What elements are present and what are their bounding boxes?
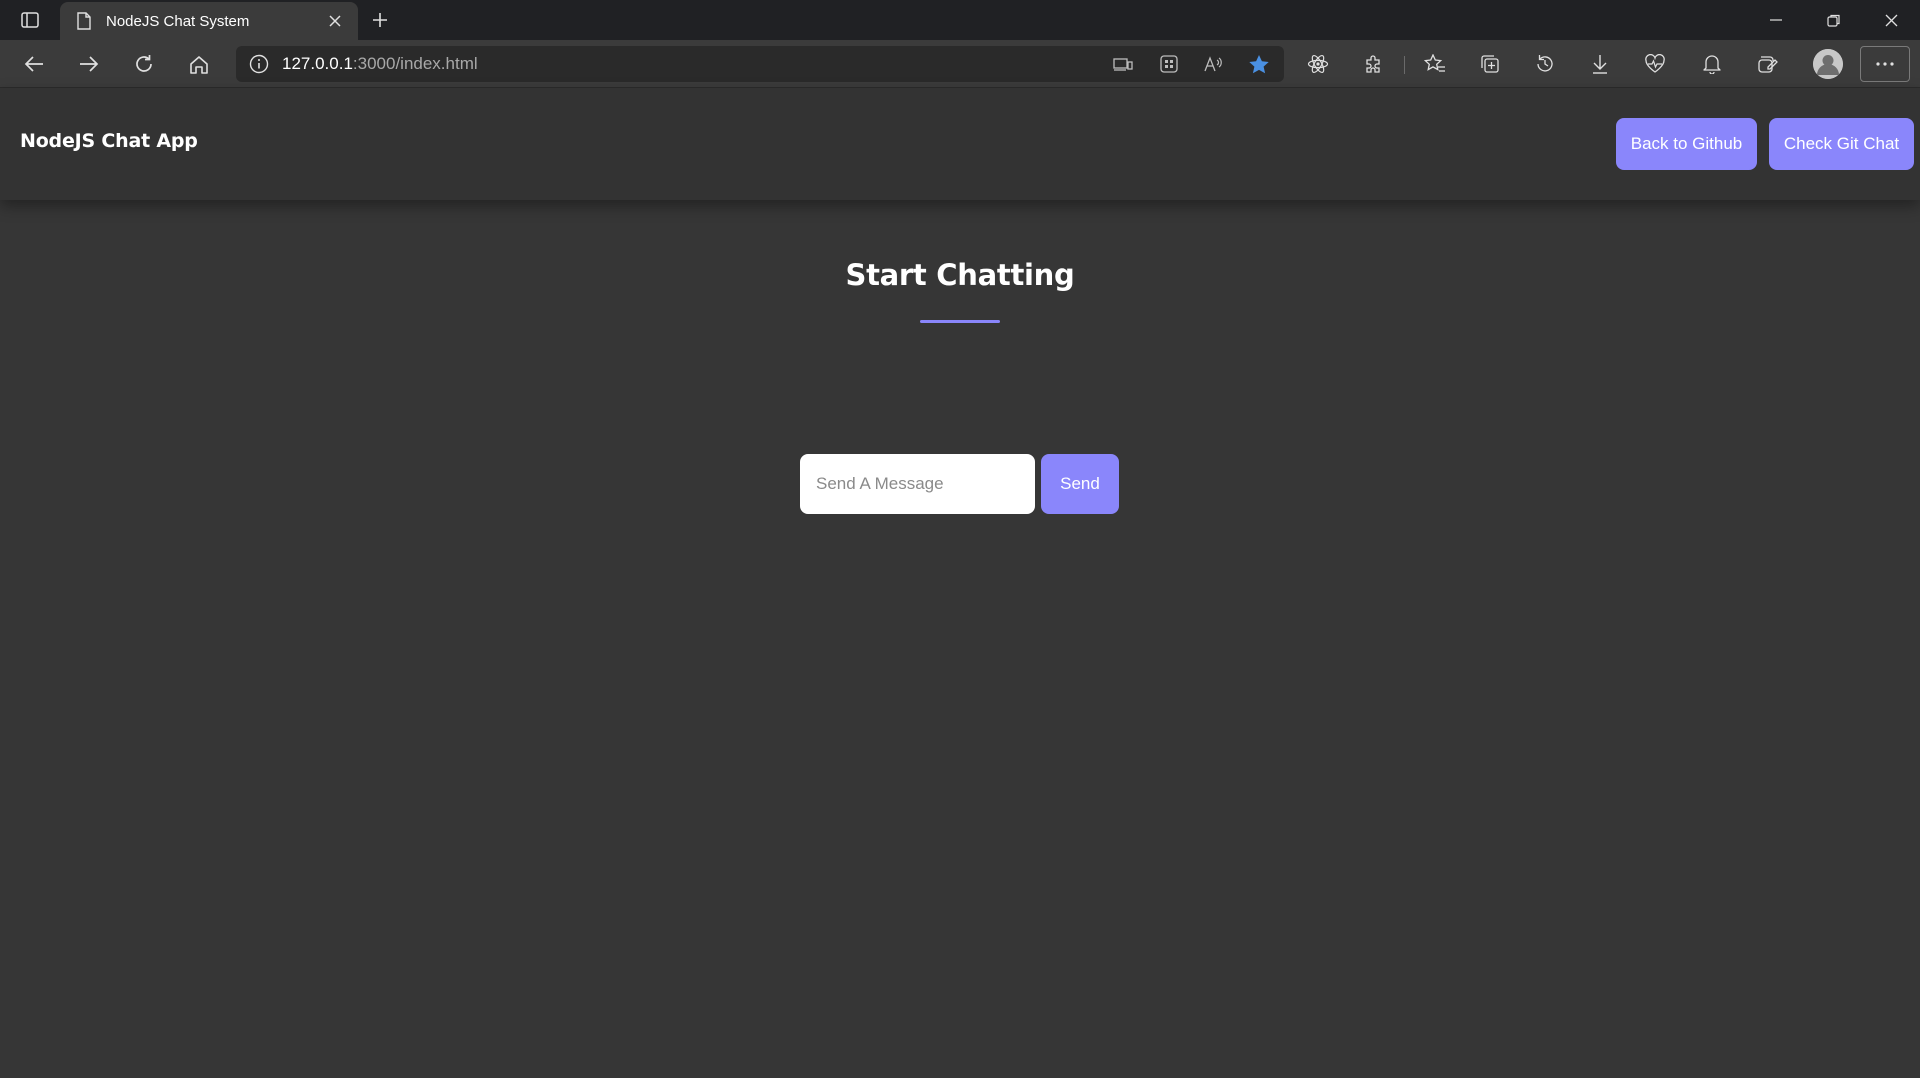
send-button[interactable]: Send <box>1041 454 1119 514</box>
url-host: 127.0.0.1 <box>282 54 353 73</box>
new-tab-icon[interactable] <box>366 6 394 34</box>
close-icon[interactable] <box>324 10 346 32</box>
health-icon[interactable] <box>1637 47 1673 81</box>
forward-arrow-icon[interactable] <box>71 47 107 81</box>
browser-tab[interactable]: NodeJS Chat System <box>60 2 358 40</box>
url-text: 127.0.0.1:3000/index.html <box>282 54 478 74</box>
restore-icon[interactable] <box>1804 0 1862 40</box>
tab-actions-icon[interactable] <box>14 6 46 34</box>
apps-icon[interactable] <box>1153 48 1185 80</box>
extensions-icon[interactable] <box>1355 47 1391 81</box>
profile-avatar-icon[interactable] <box>1813 49 1843 79</box>
browser-toolbar: 127.0.0.1:3000/index.html <box>0 40 1920 88</box>
url-path: :3000/index.html <box>352 54 478 73</box>
address-bar[interactable]: 127.0.0.1:3000/index.html <box>236 46 1284 82</box>
download-icon[interactable] <box>1582 47 1618 81</box>
close-window-icon[interactable] <box>1862 0 1920 40</box>
back-to-github-button[interactable]: Back to Github <box>1616 118 1757 170</box>
check-git-chat-button[interactable]: Check Git Chat <box>1769 118 1914 170</box>
react-devtools-icon[interactable] <box>1300 47 1336 81</box>
notifications-bell-icon[interactable] <box>1694 47 1730 81</box>
back-arrow-icon[interactable] <box>16 47 52 81</box>
app-brand: NodeJS Chat App <box>20 130 198 152</box>
page-viewport: NodeJS Chat App Back to Github Check Git… <box>0 88 1920 1078</box>
copilot-icon[interactable] <box>1750 47 1786 81</box>
home-icon[interactable] <box>181 47 217 81</box>
device-icon[interactable] <box>1107 48 1139 80</box>
browser-tab-strip: NodeJS Chat System <box>0 0 1920 40</box>
page-icon <box>74 11 94 31</box>
favorite-star-icon[interactable] <box>1243 48 1275 80</box>
tab-title: NodeJS Chat System <box>106 12 250 30</box>
read-aloud-icon[interactable] <box>1198 48 1230 80</box>
refresh-icon[interactable] <box>126 47 162 81</box>
title-underline <box>920 320 1000 323</box>
history-icon[interactable] <box>1527 47 1563 81</box>
minimize-icon[interactable] <box>1747 0 1805 40</box>
page-title: Start Chatting <box>845 258 1075 292</box>
collections-icon[interactable] <box>1472 47 1508 81</box>
message-input[interactable] <box>800 454 1035 514</box>
favorites-icon[interactable] <box>1417 47 1453 81</box>
toolbar-divider <box>1404 56 1405 74</box>
app-navbar: NodeJS Chat App Back to Github Check Git… <box>0 88 1920 200</box>
site-info-icon[interactable] <box>236 46 282 82</box>
more-options-icon[interactable] <box>1860 46 1910 82</box>
